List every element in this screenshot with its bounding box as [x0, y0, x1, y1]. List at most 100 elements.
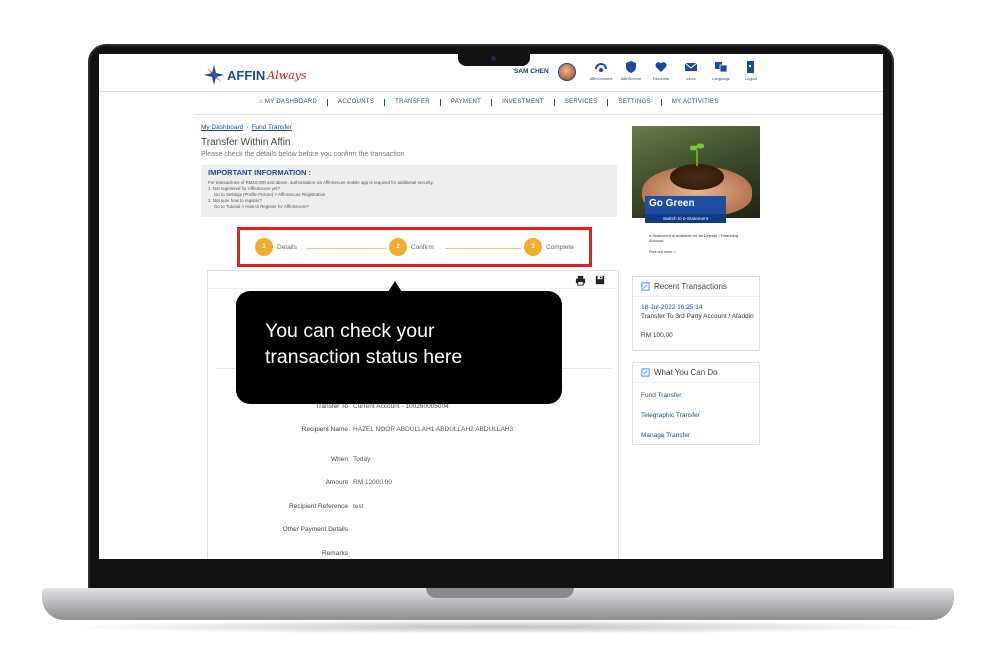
affinsecure-label: AffinSecure	[620, 76, 642, 81]
inbox-button[interactable]: Inbox	[679, 60, 703, 81]
step-number: 3	[524, 238, 542, 256]
recent-transaction-amount: RM 100.00	[641, 332, 673, 339]
detail-label: Recipient Reference	[289, 503, 348, 510]
camera-icon	[491, 56, 496, 61]
logout-button[interactable]: Logout	[739, 60, 763, 81]
step-details: 1 Details	[255, 238, 297, 256]
save-icon[interactable]	[595, 275, 605, 285]
nav-label: MY DASHBOARD	[264, 99, 318, 105]
logout-icon	[747, 61, 754, 73]
info-line: Go to Tutorial > How to Register for Aff…	[214, 204, 309, 209]
what-you-can-do-title: What You Can Do	[654, 368, 718, 377]
connect-icon	[595, 63, 607, 72]
step-label: Complete	[546, 243, 574, 251]
page-subtitle: Please check the details below before yo…	[201, 151, 405, 158]
detail-label: Transfer To	[315, 403, 348, 410]
step-number: 1	[255, 238, 273, 256]
breadcrumb: My Dashboard › Fund Transfer	[201, 124, 292, 131]
step-confirm: 2 Confirm	[389, 238, 434, 256]
link-manage-transfer[interactable]: Manage Transfer	[641, 432, 690, 439]
detail-value: RM 12000.00	[353, 479, 393, 486]
panel-toolbar	[208, 271, 618, 289]
detail-label: Remarks	[321, 550, 348, 557]
go-green-promo[interactable]: Go Green Switch to e-Statement e-Stateme…	[632, 126, 760, 256]
breadcrumb-fund-transfer[interactable]: Fund Transfer	[251, 124, 291, 131]
what-you-can-do-box: What You Can Do Fund Transfer Telegraphi…	[632, 362, 760, 445]
nav-settings[interactable]: SETTINGS	[608, 99, 662, 106]
detail-label: Amount	[325, 479, 348, 486]
detail-label: When	[331, 456, 348, 463]
breadcrumb-my-dashboard[interactable]: My Dashboard	[201, 124, 243, 131]
laptop-mockup: AFFIN Always SAM CHEN AffinConnect Affin…	[0, 0, 1000, 669]
nav-payment[interactable]: PAYMENT	[441, 99, 493, 106]
promo-subtitle: Switch to e-Statement	[645, 214, 726, 223]
recent-transaction-date[interactable]: 18-Jul-2022 16:25:14	[641, 304, 702, 311]
favourite-label: Favourite	[652, 76, 670, 81]
step-complete: 3 Complete	[524, 238, 574, 256]
promo-banner: Go Green Switch to e-Statement	[645, 196, 726, 223]
info-body: For transactions of RM10,000 and above, …	[208, 180, 608, 210]
transaction-stepper: 1 Details 2 Confirm 3 Complete	[237, 227, 592, 267]
link-icon	[641, 368, 650, 377]
nav-services[interactable]: SERVICES	[555, 99, 609, 106]
detail-value: HAZEL NOOR ABDULLAH1 ABDULLAH2 ABDULLAH3	[353, 426, 514, 433]
user-name: SAM CHEN	[514, 68, 549, 75]
laptop-base-notch	[426, 588, 574, 598]
step-label: Confirm	[411, 243, 434, 251]
nav-my-dashboard[interactable]: ⌂ MY DASHBOARD	[249, 99, 329, 106]
important-info-box: IMPORTANT INFORMATION : For transactions…	[201, 165, 617, 217]
print-icon[interactable]	[575, 275, 586, 286]
affin-star-icon	[204, 65, 224, 85]
step-label: Details	[277, 243, 297, 251]
nav-accounts[interactable]: ACCOUNTS	[328, 99, 386, 106]
recent-transactions-header: Recent Transactions	[633, 277, 759, 297]
affin-logo[interactable]: AFFIN Always	[203, 64, 307, 86]
affinconnect-button[interactable]: AffinConnect	[589, 60, 613, 81]
shield-icon	[626, 61, 636, 73]
language-button[interactable]: Language	[709, 60, 733, 81]
page-title: Transfer Within Affin	[201, 137, 291, 148]
avatar[interactable]	[558, 63, 576, 81]
logo-text: AFFIN	[227, 67, 266, 83]
logout-label: Logout	[744, 76, 758, 81]
recent-transaction-desc: Transfer To 3rd Party Account / Afaddin	[641, 313, 754, 320]
breadcrumb-separator: ›	[246, 124, 249, 131]
promo-title: Go Green	[649, 198, 695, 209]
browser-screen: AFFIN Always SAM CHEN AffinConnect Affin…	[99, 54, 883, 559]
nav-transfer[interactable]: TRANSFER	[385, 99, 441, 106]
laptop-shadow	[60, 620, 940, 634]
tooltip-callout: You can check your transaction status he…	[236, 281, 562, 404]
nav-investment[interactable]: INVESTMENT	[492, 99, 555, 106]
detail-label: Recipient Name	[301, 426, 348, 433]
step-connector	[445, 248, 521, 249]
info-title: IMPORTANT INFORMATION :	[208, 168, 312, 177]
detail-value: Today	[353, 456, 371, 463]
home-icon: ⌂	[259, 99, 263, 105]
detail-label: Other Payment Details	[282, 526, 348, 533]
language-icon	[715, 62, 728, 73]
mail-icon	[684, 62, 698, 71]
step-number: 2	[389, 238, 407, 256]
recent-transactions-box: Recent Transactions 18-Jul-2022 16:25:14…	[632, 276, 760, 351]
tooltip-arrow	[388, 281, 402, 292]
promo-more-link[interactable]: Find out more >	[649, 250, 676, 254]
detail-value: test	[353, 503, 364, 510]
tooltip-text: You can check your transaction status he…	[265, 320, 463, 368]
link-fund-transfer[interactable]: Fund Transfer	[641, 392, 681, 399]
language-label: Language	[712, 76, 730, 81]
detail-value: Current Account - 100260005004	[353, 403, 449, 410]
affinsecure-button[interactable]: AffinSecure	[619, 60, 643, 81]
link-icon	[641, 282, 650, 291]
promo-note: e-Statement is available for all Deposit…	[649, 233, 738, 243]
camera-notch	[458, 50, 530, 66]
affinconnect-label: AffinConnect	[589, 76, 613, 81]
link-telegraphic-transfer[interactable]: Telegraphic Transfer	[641, 412, 700, 419]
heart-icon	[655, 62, 667, 72]
what-you-can-do-header: What You Can Do	[633, 363, 759, 383]
logo-tagline: Always	[267, 68, 307, 82]
nav-my-activities[interactable]: MY ACTIVITIES	[662, 99, 729, 106]
favourite-button[interactable]: Favourite	[649, 60, 673, 81]
nav-divider	[194, 114, 883, 115]
sprout-icon	[690, 143, 704, 166]
main-nav: ⌂ MY DASHBOARD ACCOUNTS TRANSFER PAYMENT…	[249, 99, 729, 106]
